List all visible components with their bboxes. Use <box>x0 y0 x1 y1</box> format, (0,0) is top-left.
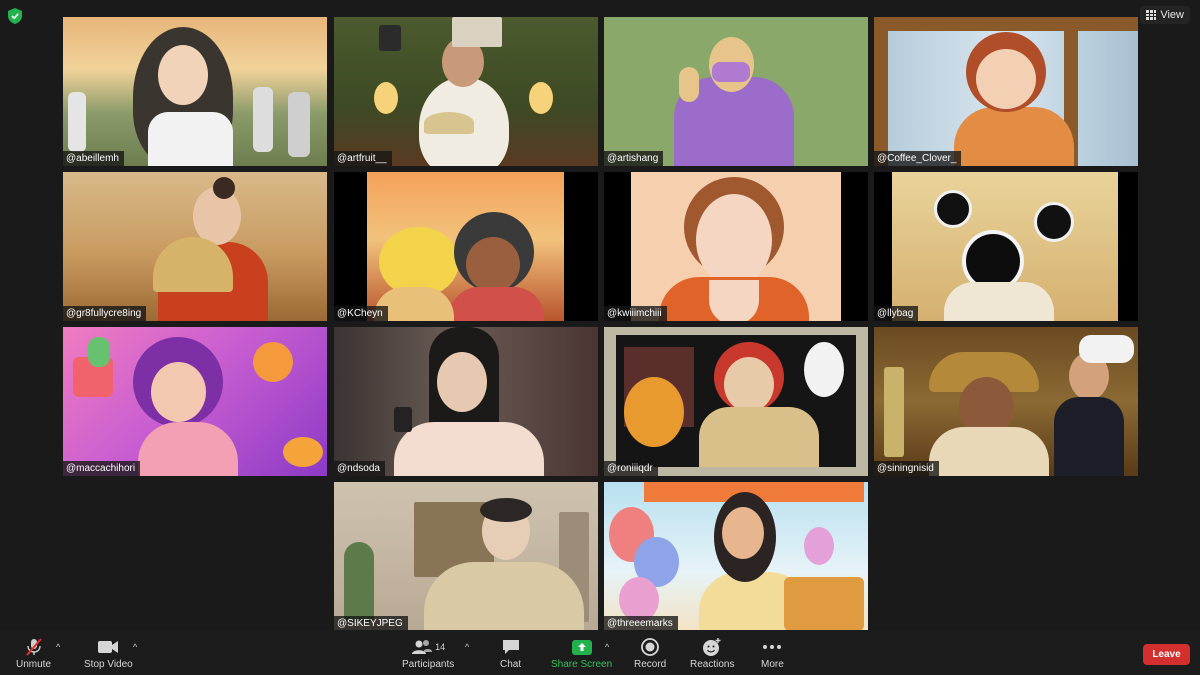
participant-name: @threeemarks <box>604 616 678 631</box>
participant-name: @Coffee_Clover_ <box>874 151 962 166</box>
audio-options-chevron-up-icon[interactable]: ^ <box>56 642 60 652</box>
participant-name: @SIKEYJPEG <box>334 616 408 631</box>
video-tile[interactable]: @KCheyn <box>334 172 598 321</box>
participant-artwork <box>334 327 598 476</box>
view-button[interactable]: View <box>1140 6 1190 24</box>
leave-button[interactable]: Leave <box>1143 644 1190 665</box>
chat-bubble-icon <box>502 640 519 654</box>
video-tile[interactable]: @siningnisid <box>874 327 1138 476</box>
zoom-meeting-window: View @abeillemh @artfruit__ @artishang @… <box>0 0 1200 675</box>
participant-artwork <box>63 327 327 476</box>
participant-name: @roniiiqdr <box>604 461 658 476</box>
participant-artwork <box>63 17 327 166</box>
more-ellipsis-icon <box>763 645 782 649</box>
video-tile[interactable]: @abeillemh <box>63 17 327 166</box>
reactions-smiley-icon <box>703 638 721 656</box>
unmute-label: Unmute <box>16 659 52 670</box>
unmute-button[interactable]: Unmute <box>16 636 51 670</box>
participants-label: Participants <box>402 659 455 670</box>
participant-name: @abeillemh <box>63 151 124 166</box>
participant-artwork <box>874 327 1138 476</box>
stop-video-button[interactable]: Stop Video <box>84 636 133 670</box>
participant-artwork <box>63 172 327 321</box>
video-options-chevron-up-icon[interactable]: ^ <box>133 642 137 652</box>
video-camera-icon <box>98 641 119 653</box>
video-tile[interactable]: @threeemarks <box>604 482 868 631</box>
more-button[interactable]: More <box>761 636 784 670</box>
participant-artwork <box>604 172 868 321</box>
video-tile[interactable]: @artfruit__ <box>334 17 598 166</box>
participant-artwork <box>334 482 598 631</box>
participant-name: @llybag <box>874 306 919 321</box>
participant-name: @KCheyn <box>334 306 388 321</box>
stop-video-label: Stop Video <box>84 659 133 670</box>
grid-view-icon <box>1146 10 1157 20</box>
participant-name: @kwiiimchiii <box>604 306 667 321</box>
record-label: Record <box>634 659 667 670</box>
share-screen-label: Share Screen <box>551 659 613 670</box>
chat-button[interactable]: Chat <box>500 636 521 670</box>
encryption-shield-icon[interactable] <box>8 8 22 24</box>
record-button[interactable]: Record <box>634 636 666 670</box>
participant-artwork <box>334 172 598 321</box>
video-tile[interactable]: @maccachihori <box>63 327 327 476</box>
chat-label: Chat <box>500 659 522 670</box>
meeting-controls-toolbar: Unmute ^ Stop Video ^ 14 Participants ^ … <box>0 630 1200 675</box>
participant-name: @gr8fullycre8ing <box>63 306 147 321</box>
participant-artwork <box>604 482 868 631</box>
muted-microphone-icon <box>25 638 42 656</box>
participants-options-chevron-up-icon[interactable]: ^ <box>465 642 469 652</box>
participant-name: @maccachihori <box>63 461 141 476</box>
participant-artwork <box>604 327 868 476</box>
view-label: View <box>1160 9 1184 21</box>
participant-name: @ndsoda <box>334 461 385 476</box>
participant-name: @artishang <box>604 151 664 166</box>
video-tile[interactable]: @artishang <box>604 17 868 166</box>
participants-button[interactable]: 14 Participants <box>402 636 454 670</box>
video-tile[interactable]: @roniiiqdr <box>604 327 868 476</box>
participant-artwork <box>874 172 1138 321</box>
share-screen-arrow-icon <box>571 639 592 655</box>
video-tile[interactable]: @Coffee_Clover_ <box>874 17 1138 166</box>
participant-name: @artfruit__ <box>334 151 392 166</box>
video-tile[interactable]: @gr8fullycre8ing <box>63 172 327 321</box>
participant-artwork <box>604 17 868 166</box>
record-icon <box>641 638 660 656</box>
participant-artwork <box>334 17 598 166</box>
video-tile[interactable]: @llybag <box>874 172 1138 321</box>
more-label: More <box>761 659 784 670</box>
reactions-button[interactable]: Reactions <box>690 636 734 670</box>
video-tile[interactable]: @ndsoda <box>334 327 598 476</box>
reactions-label: Reactions <box>690 659 735 670</box>
share-options-chevron-up-icon[interactable]: ^ <box>605 642 609 652</box>
share-screen-button[interactable]: Share Screen <box>551 636 612 670</box>
participant-artwork <box>874 17 1138 166</box>
participants-icon <box>412 640 433 654</box>
video-tile[interactable]: @SIKEYJPEG <box>334 482 598 631</box>
participant-name: @siningnisid <box>874 461 939 476</box>
participant-count-badge: 14 <box>435 642 446 652</box>
video-tile[interactable]: @kwiiimchiii <box>604 172 868 321</box>
